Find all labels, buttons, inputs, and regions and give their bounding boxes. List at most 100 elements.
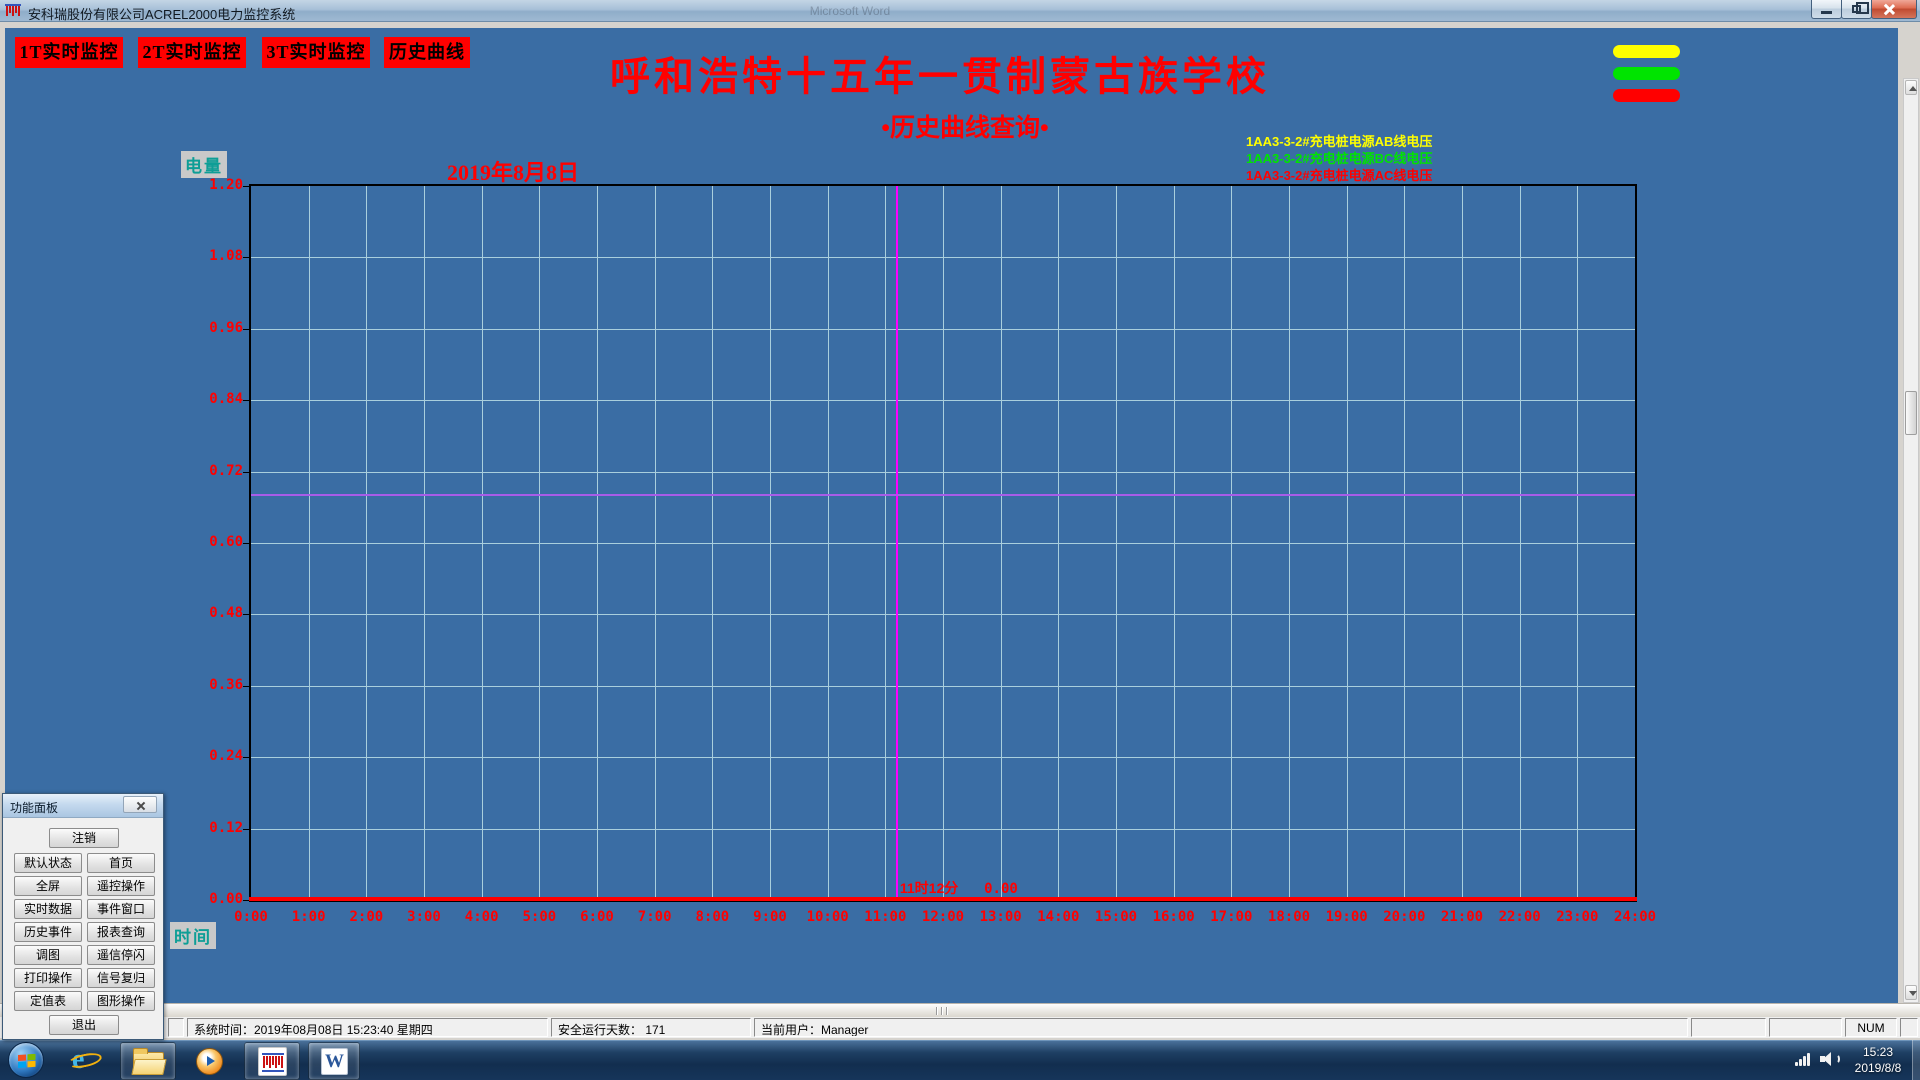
network-tray-icon[interactable] (1795, 1052, 1813, 1066)
page-title: 呼和浩特十五年一贯制蒙古族学校 (610, 54, 1270, 99)
vertical-scrollbar[interactable] (1903, 78, 1919, 1003)
indicator-pill-red (1613, 89, 1680, 102)
button-home[interactable]: 首页 (87, 853, 155, 873)
splitter-gripper[interactable] (0, 1003, 1920, 1017)
taskbar-clock[interactable]: 15:23 2019/8/8 (1845, 1044, 1911, 1076)
button-realtime-data[interactable]: 实时数据 (14, 899, 82, 919)
button-report-query[interactable]: 报表查询 (87, 922, 155, 942)
status-panel-spacer (168, 1018, 184, 1037)
close-button[interactable] (1871, 0, 1917, 19)
nav-button-2t-realtime[interactable]: 2T实时监控 (138, 37, 246, 68)
scroll-down-button[interactable] (1905, 985, 1917, 1000)
status-panel-spacer (1691, 1018, 1766, 1037)
taskbar-item-word[interactable]: W (308, 1042, 360, 1080)
button-print[interactable]: 打印操作 (14, 968, 82, 988)
window-title: 安科瑞股份有限公司ACREL2000电力监控系统 (28, 7, 296, 22)
button-remote-control[interactable]: 遥控操作 (87, 876, 155, 896)
status-current-user: 当前用户：Manager (754, 1018, 1688, 1037)
gridline-horizontal (251, 543, 1635, 544)
button-fullscreen[interactable]: 全屏 (14, 876, 82, 896)
restore-icon (1852, 2, 1869, 14)
x-axis-tick-label: 5:00 (522, 909, 557, 925)
button-signal-blink[interactable]: 遥信停闪 (87, 945, 155, 965)
button-load-diagram[interactable]: 调图 (14, 945, 82, 965)
acrel-app-icon (258, 1047, 287, 1076)
scrollbar-thumb[interactable] (1905, 391, 1917, 435)
taskbar-item-ie[interactable]: e (66, 1042, 110, 1080)
y-axis-tick-mark (243, 400, 249, 402)
button-graphic-ops[interactable]: 图形操作 (87, 991, 155, 1011)
minimize-icon (1821, 11, 1832, 14)
gridline-horizontal (251, 400, 1635, 402)
logout-button[interactable]: 注销 (49, 828, 119, 848)
x-axis-tick-label: 13:00 (979, 909, 1022, 925)
exit-button[interactable]: 退出 (49, 1015, 119, 1035)
cursor-value: 0.00 (984, 881, 1018, 897)
function-panel-window: 功能面板 注销 默认状态 首页 全屏 遥控操作 实时数据 事件窗口 历史事件 报… (2, 793, 164, 1040)
x-axis-tick-label: 6:00 (580, 909, 614, 925)
y-axis-tick-mark (243, 757, 249, 759)
x-axis-tick-label: 1:00 (291, 909, 326, 925)
x-axis-tick-label: 0:00 (234, 909, 268, 925)
gridline-horizontal (251, 471, 1635, 473)
chart-date-label: 2019年8月8日 (447, 160, 580, 185)
y-axis-tick-label: 1.08 (209, 248, 243, 265)
folder-icon (133, 1048, 164, 1073)
x-axis-tick-label: 20:00 (1383, 909, 1426, 925)
x-axis-tick-label: 11:00 (864, 909, 907, 925)
gridline-horizontal (251, 685, 1635, 687)
background-window-title: Microsoft Word (809, 4, 891, 18)
button-default-state[interactable]: 默认状态 (14, 853, 82, 873)
x-axis-tick-label: 15:00 (1094, 909, 1138, 925)
y-axis-tick-label: 0.24 (209, 748, 243, 765)
gridline-horizontal (251, 328, 1635, 330)
function-panel-close-button[interactable] (123, 796, 157, 813)
clock-time: 15:23 (1862, 1045, 1894, 1059)
button-history-events[interactable]: 历史事件 (14, 922, 82, 942)
chart-legend: 1AA3-3-2#充电桩电源AB线电压 1AA3-3-2#充电桩电源BC线电压 … (1246, 133, 1432, 184)
legend-item: 1AA3-3-2#充电桩电源BC线电压 (1246, 151, 1433, 166)
gridline-horizontal (251, 614, 1635, 616)
nav-button-1t-realtime[interactable]: 1T实时监控 (15, 37, 123, 68)
y-axis-tick-mark (243, 471, 249, 473)
button-setpoint-table[interactable]: 定值表 (14, 991, 82, 1011)
chart-plot-area[interactable] (249, 184, 1637, 902)
volume-tray-icon[interactable] (1820, 1052, 1840, 1066)
minimize-button[interactable] (1811, 0, 1842, 19)
show-desktop-button[interactable] (1912, 1040, 1920, 1080)
y-axis-tick-label: 0.36 (209, 676, 243, 693)
cursor-crosshair-vertical (895, 186, 898, 900)
window-titlebar: 安科瑞股份有限公司ACREL2000电力监控系统 Microsoft Word (0, 0, 1920, 22)
legend-item: 1AA3-3-2#充电桩电源AC线电压 (1246, 168, 1433, 183)
x-axis-tick-label: 14:00 (1037, 909, 1080, 925)
nav-button-3t-realtime[interactable]: 3T实时监控 (262, 37, 370, 68)
y-axis-tick-mark (243, 257, 249, 259)
restore-button[interactable] (1841, 0, 1872, 19)
indicator-pill-yellow (1613, 45, 1680, 58)
y-axis-tick-mark (243, 685, 249, 687)
y-axis-tick-label: 0.60 (209, 534, 243, 550)
cursor-annotation: 11时12分 0.00 (900, 878, 1018, 898)
x-axis-tick-label: 2:00 (349, 909, 384, 925)
x-axis-tick-label: 21:00 (1440, 909, 1484, 925)
indicator-pill-green (1613, 67, 1680, 80)
gridline-horizontal (251, 828, 1635, 830)
button-signal-reset[interactable]: 信号复归 (87, 968, 155, 988)
start-button[interactable] (8, 1042, 44, 1078)
gridline-horizontal (251, 257, 1635, 259)
taskbar-item-explorer[interactable] (120, 1042, 176, 1080)
y-axis-tick-label: 0.00 (209, 891, 243, 907)
taskbar-item-media-player[interactable] (188, 1042, 232, 1080)
taskbar-item-acrel-app[interactable] (244, 1042, 300, 1080)
y-axis-unit-label: 电量 (181, 151, 227, 178)
scroll-up-button[interactable] (1905, 80, 1917, 95)
y-axis-tick-label: 0.72 (209, 462, 243, 479)
word-icon: W (321, 1048, 348, 1075)
legend-item: 1AA3-3-2#充电桩电源AB线电压 (1246, 134, 1433, 149)
x-axis-tick-label: 9:00 (753, 909, 787, 925)
status-bar: 系统时间：2019年08月08日 15:23:40 星期四 安全运行天数： 17… (0, 1017, 1920, 1038)
button-event-window[interactable]: 事件窗口 (87, 899, 155, 919)
y-axis-tick-mark (243, 186, 249, 187)
x-axis-tick-label: 3:00 (407, 909, 441, 925)
nav-button-history-curve[interactable]: 历史曲线 (384, 37, 470, 68)
